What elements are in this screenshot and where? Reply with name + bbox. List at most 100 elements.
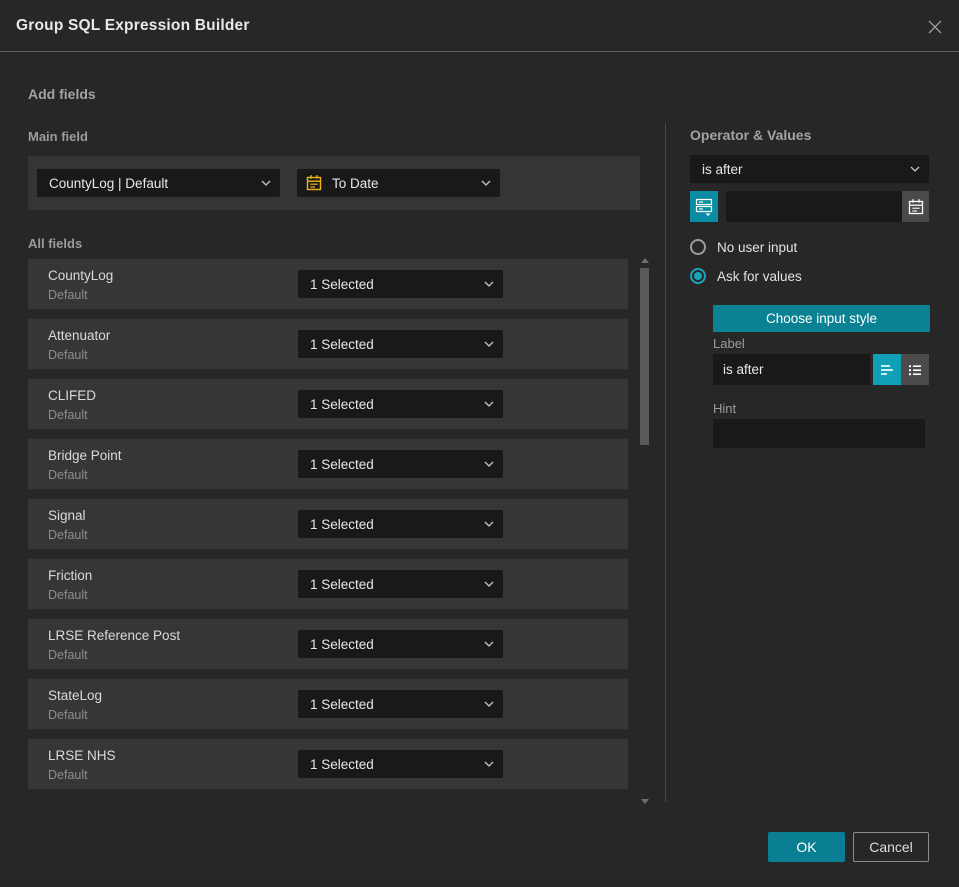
operator-values-title: Operator & Values bbox=[690, 127, 812, 143]
add-fields-heading: Add fields bbox=[28, 86, 96, 102]
field-type-select[interactable]: To Date bbox=[297, 169, 500, 197]
field-type-select-value: To Date bbox=[332, 175, 379, 191]
field-subtitle: Default bbox=[48, 348, 88, 362]
close-icon[interactable] bbox=[923, 15, 947, 39]
radio-circle-checked bbox=[690, 268, 706, 284]
field-row-attenuator[interactable]: Attenuator Default 1 Selected bbox=[28, 319, 628, 369]
single-input-style-toggle[interactable] bbox=[873, 354, 901, 385]
selected-count: 1 Selected bbox=[310, 576, 374, 592]
field-subtitle: Default bbox=[48, 288, 88, 302]
main-field-label: Main field bbox=[28, 129, 88, 144]
calendar-icon bbox=[305, 174, 323, 192]
field-row-signal[interactable]: Signal Default 1 Selected bbox=[28, 499, 628, 549]
radio-ask-for-values[interactable]: Ask for values bbox=[690, 268, 802, 284]
chevron-down-icon bbox=[484, 521, 494, 527]
operator-values-panel: Operator & Values is after No user input… bbox=[690, 127, 930, 448]
field-row-lrse-nhs[interactable]: LRSE NHS Default 1 Selected bbox=[28, 739, 628, 789]
selected-count: 1 Selected bbox=[310, 516, 374, 532]
input-type-button[interactable] bbox=[690, 191, 718, 222]
date-value-row bbox=[690, 191, 929, 222]
field-row-lrse-reference-post[interactable]: LRSE Reference Post Default 1 Selected bbox=[28, 619, 628, 669]
date-value-input[interactable] bbox=[726, 191, 929, 222]
field-selected-dropdown[interactable]: 1 Selected bbox=[298, 750, 503, 778]
field-selected-dropdown[interactable]: 1 Selected bbox=[298, 570, 503, 598]
vertical-divider bbox=[665, 123, 666, 802]
chevron-down-icon bbox=[484, 701, 494, 707]
chevron-down-icon bbox=[261, 180, 271, 186]
field-subtitle: Default bbox=[48, 768, 88, 782]
field-row-friction[interactable]: Friction Default 1 Selected bbox=[28, 559, 628, 609]
field-subtitle: Default bbox=[48, 468, 88, 482]
group-sql-expression-builder-dialog: Group SQL Expression Builder Add fields … bbox=[0, 0, 959, 887]
hint-caption: Hint bbox=[713, 401, 737, 416]
radio-circle-unchecked bbox=[690, 239, 706, 255]
cancel-button[interactable]: Cancel bbox=[853, 832, 929, 862]
label-row bbox=[713, 354, 930, 385]
operator-select-value: is after bbox=[702, 161, 743, 177]
field-row-clifed[interactable]: CLIFED Default 1 Selected bbox=[28, 379, 628, 429]
radio-label: No user input bbox=[717, 239, 798, 255]
operator-select[interactable]: is after bbox=[690, 155, 929, 183]
radio-no-user-input[interactable]: No user input bbox=[690, 239, 797, 255]
chevron-down-icon bbox=[484, 401, 494, 407]
chevron-down-icon bbox=[484, 461, 494, 467]
field-subtitle: Default bbox=[48, 588, 88, 602]
main-field-panel: CountyLog | Default To Date bbox=[28, 156, 640, 210]
field-row-bridge-point[interactable]: Bridge Point Default 1 Selected bbox=[28, 439, 628, 489]
list-input-style-toggle[interactable] bbox=[901, 354, 929, 385]
field-selected-dropdown[interactable]: 1 Selected bbox=[298, 450, 503, 478]
selected-count: 1 Selected bbox=[310, 636, 374, 652]
field-selected-dropdown[interactable]: 1 Selected bbox=[298, 390, 503, 418]
fields-list-scrollbar[interactable] bbox=[638, 256, 653, 806]
field-name: LRSE Reference Post bbox=[48, 628, 181, 643]
chevron-down-icon bbox=[910, 166, 920, 172]
calendar-icon bbox=[908, 198, 923, 214]
field-name: Signal bbox=[48, 508, 86, 523]
field-name: Friction bbox=[48, 568, 93, 583]
selected-count: 1 Selected bbox=[310, 456, 374, 472]
field-name: Bridge Point bbox=[48, 448, 122, 463]
selected-count: 1 Selected bbox=[310, 276, 374, 292]
field-row-countylog[interactable]: CountyLog Default 1 Selected bbox=[28, 259, 628, 309]
field-selected-dropdown[interactable]: 1 Selected bbox=[298, 510, 503, 538]
chevron-down-icon bbox=[484, 641, 494, 647]
choose-input-style-button[interactable]: Choose input style bbox=[713, 305, 930, 332]
field-selected-dropdown[interactable]: 1 Selected bbox=[298, 330, 503, 358]
label-input[interactable] bbox=[713, 354, 870, 385]
field-selected-dropdown[interactable]: 1 Selected bbox=[298, 270, 503, 298]
field-selected-dropdown[interactable]: 1 Selected bbox=[298, 690, 503, 718]
main-field-select[interactable]: CountyLog | Default bbox=[37, 169, 280, 197]
chevron-down-icon bbox=[481, 180, 491, 186]
chevron-down-icon bbox=[484, 581, 494, 587]
chevron-down-icon bbox=[484, 341, 494, 347]
field-name: LRSE NHS bbox=[48, 748, 116, 763]
all-fields-list: CountyLog Default 1 Selected Attenuator … bbox=[28, 259, 628, 799]
scrollbar-up-arrow-icon[interactable] bbox=[641, 258, 649, 263]
bulleted-list-icon bbox=[909, 364, 921, 375]
field-name: StateLog bbox=[48, 688, 103, 703]
align-left-icon bbox=[881, 364, 893, 375]
field-name: Attenuator bbox=[48, 328, 111, 343]
main-field-select-value: CountyLog | Default bbox=[49, 175, 169, 191]
ok-button[interactable]: OK bbox=[768, 832, 845, 862]
stacked-input-icon bbox=[695, 198, 713, 216]
field-name: CountyLog bbox=[48, 268, 114, 283]
selected-count: 1 Selected bbox=[310, 696, 374, 712]
date-picker-button[interactable] bbox=[902, 191, 929, 222]
label-caption: Label bbox=[713, 336, 745, 351]
scrollbar-down-arrow-icon[interactable] bbox=[641, 799, 649, 804]
selected-count: 1 Selected bbox=[310, 336, 374, 352]
all-fields-label: All fields bbox=[28, 236, 83, 251]
dialog-title: Group SQL Expression Builder bbox=[16, 16, 250, 34]
field-selected-dropdown[interactable]: 1 Selected bbox=[298, 630, 503, 658]
scrollbar-thumb[interactable] bbox=[640, 268, 649, 445]
field-subtitle: Default bbox=[48, 648, 88, 662]
selected-count: 1 Selected bbox=[310, 756, 374, 772]
radio-label: Ask for values bbox=[717, 268, 802, 284]
chevron-down-icon bbox=[484, 281, 494, 287]
selected-count: 1 Selected bbox=[310, 396, 374, 412]
hint-input[interactable] bbox=[713, 419, 925, 448]
field-row-statelog[interactable]: StateLog Default 1 Selected bbox=[28, 679, 628, 729]
field-subtitle: Default bbox=[48, 708, 88, 722]
chevron-down-icon bbox=[484, 761, 494, 767]
